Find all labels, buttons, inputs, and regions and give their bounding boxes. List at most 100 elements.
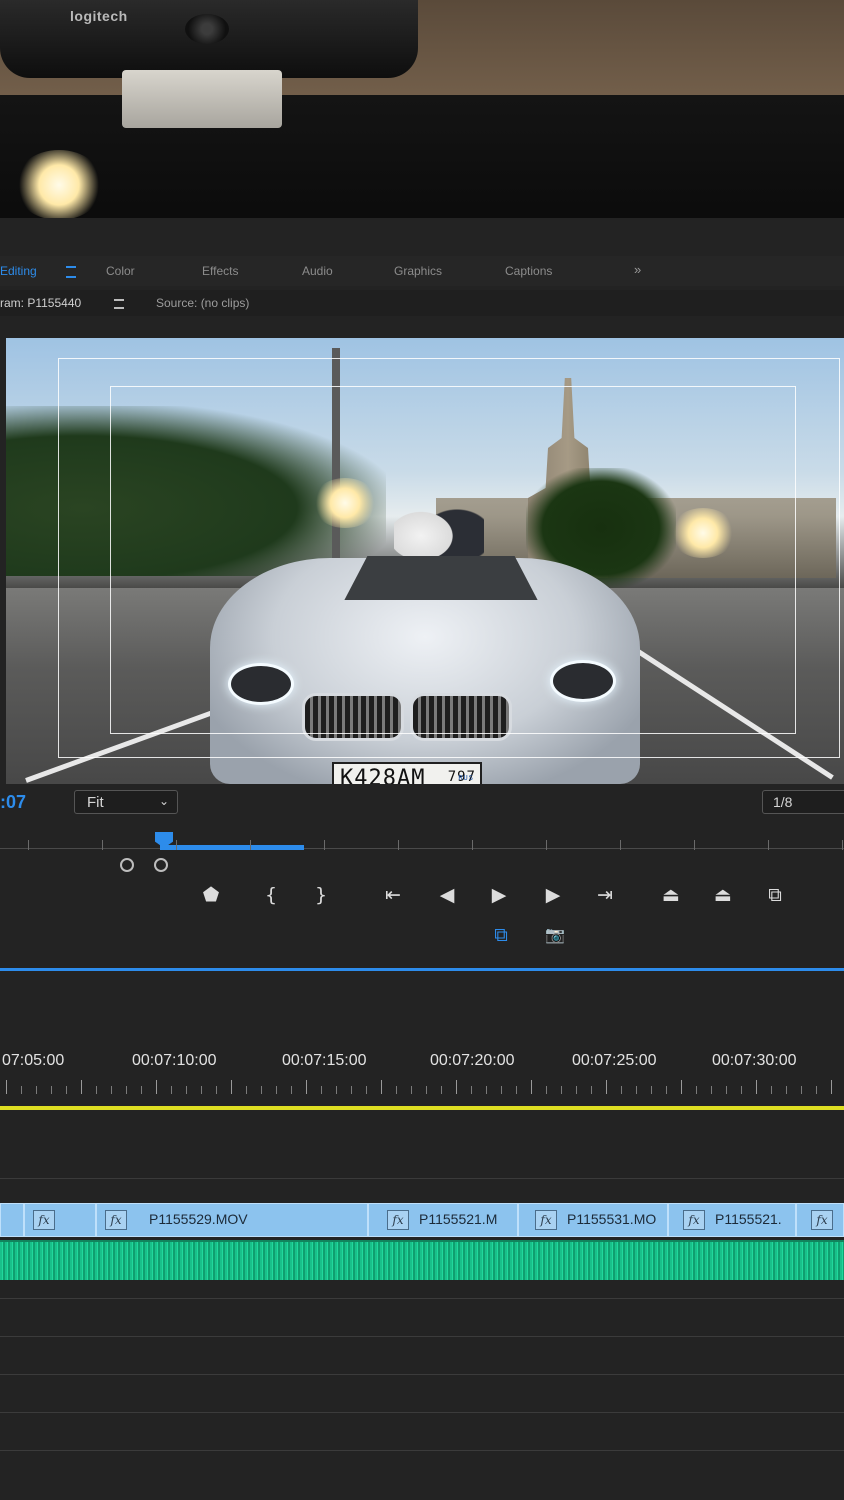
ruler-tick [426,1086,427,1094]
track-divider [0,1450,844,1451]
timeline-clip[interactable]: fx P1155529.MOV [96,1203,368,1237]
ruler-tick [456,1080,457,1094]
ruler-tick [531,1080,532,1094]
workspace-tab-color[interactable]: Color [106,264,135,278]
track-divider [0,1374,844,1375]
playhead-timecode[interactable]: :07 [0,792,26,813]
work-area-bar[interactable] [0,1106,844,1110]
workspace-tab-effects[interactable]: Effects [202,264,238,278]
scrubber-tick [546,840,547,850]
clip-name: P1155521. [715,1211,782,1227]
mark-out-button[interactable]: } [306,880,336,910]
mark-in-button[interactable]: { [256,880,286,910]
more-workspaces-icon[interactable]: » [634,262,641,277]
ruler-tick [441,1086,442,1094]
fx-badge: fx [535,1210,557,1230]
playback-resolution-select[interactable]: 1/8 [762,790,844,814]
clip-name: P1155521.M [419,1211,498,1227]
ruler-tick [756,1080,757,1094]
ruler-label: 00:07:15:00 [282,1052,367,1069]
ruler-tick [291,1086,292,1094]
ruler-tick [21,1086,22,1094]
ruler-tick [336,1086,337,1094]
ruler-tick [246,1086,247,1094]
ruler-tick [201,1086,202,1094]
ruler-tick [396,1086,397,1094]
scrubber-tick [250,840,251,850]
ruler-tick [171,1086,172,1094]
timeline-clip[interactable]: fx [24,1203,96,1237]
chevron-down-icon: ⌄ [158,794,169,808]
zoom-level-select[interactable]: Fit ⌄ [74,790,178,814]
step-forward-button[interactable]: ▶ [538,880,568,910]
clip-name: P1155531.MO [567,1211,657,1227]
ruler-tick [696,1086,697,1094]
track-divider [0,1412,844,1413]
timeline-clip[interactable] [0,1203,24,1237]
lift-button[interactable]: ⏏ [656,880,686,910]
workspace-tab-audio[interactable]: Audio [302,264,333,278]
program-video-frame[interactable]: К428АМ 797 RUS [6,338,844,784]
export-frame-button[interactable]: 📷 [540,920,570,950]
workspace-tab-graphics[interactable]: Graphics [394,264,442,278]
timeline-clip[interactable]: fx P1155521.M [368,1203,518,1237]
ruler-tick [306,1080,307,1094]
ruler-tick [816,1086,817,1094]
tab-source-monitor[interactable]: Source: (no clips) [156,296,249,310]
tab-program-monitor[interactable]: ram: P1155440 [0,296,81,310]
add-marker-button[interactable]: ⬟ [196,880,226,910]
ruler-tick [591,1086,592,1094]
scrubber-tick [472,840,473,850]
ruler-tick [471,1086,472,1094]
timeline-ruler[interactable]: 07:05:00 00:07:10:00 00:07:15:00 00:07:2… [0,1048,844,1108]
go-to-in-button[interactable]: ⇤ [378,880,408,910]
go-to-out-button[interactable]: ⇥ [590,880,620,910]
ruler-tick [651,1086,652,1094]
play-button[interactable]: ▶ [484,880,514,910]
timeline-clip[interactable]: fx P1155521. [668,1203,796,1237]
scrubber-tick [102,840,103,850]
panel-menu-icon[interactable] [114,299,124,309]
comparison-view-button[interactable]: ⧉ [486,920,516,950]
fx-badge: fx [33,1210,55,1230]
zoom-level-value: Fit [87,794,104,811]
ruler-tick [156,1080,157,1094]
premiere-window: Editing Color Effects Audio Graphics Cap… [0,218,844,1500]
timeline-clip[interactable]: fx [796,1203,844,1237]
ruler-tick [681,1080,682,1094]
monitor-scrubber[interactable] [0,824,844,872]
workspace-tab-captions[interactable]: Captions [505,264,552,278]
workspace-tab-editing[interactable]: Editing [0,264,37,278]
track-divider [0,1298,844,1299]
scrubber-tick [768,840,769,850]
ruler-tick [66,1086,67,1094]
scrubber-tick [694,840,695,850]
timeline-clip[interactable]: fx P1155531.MO [518,1203,668,1237]
ruler-tick [321,1086,322,1094]
ruler-tick [111,1086,112,1094]
ruler-tick [786,1086,787,1094]
light-glare [14,150,104,220]
ruler-tick [621,1086,622,1094]
ruler-tick [36,1086,37,1094]
ruler-label: 00:07:25:00 [572,1052,657,1069]
plate-country: RUS [458,774,474,782]
plate-number: К428АМ [340,766,426,784]
transport-controls: ⬟ { } ⇤ ◀ ▶ ▶ ⇥ ⏏ ⏏ ⧉ ⧉ 📷 [0,868,844,978]
scrubber-tick [324,840,325,850]
insert-overwrite-button[interactable]: ⧉ [760,880,790,910]
ruler-tick [351,1086,352,1094]
audio-track-a1-waveform[interactable] [0,1240,844,1280]
ruler-tick [741,1086,742,1094]
track-v2-line [0,1178,844,1179]
scrubber-tick [842,840,843,850]
monitor-panel-tabs: ram: P1155440 Source: (no clips) [0,290,844,316]
workspace-menu-icon[interactable] [66,266,76,278]
ruler-tick [186,1086,187,1094]
ruler-label: 00:07:30:00 [712,1052,797,1069]
extract-button[interactable]: ⏏ [708,880,738,910]
ruler-tick [141,1086,142,1094]
step-back-button[interactable]: ◀ [432,880,462,910]
scrubber-tick [176,840,177,850]
ruler-tick [636,1086,637,1094]
